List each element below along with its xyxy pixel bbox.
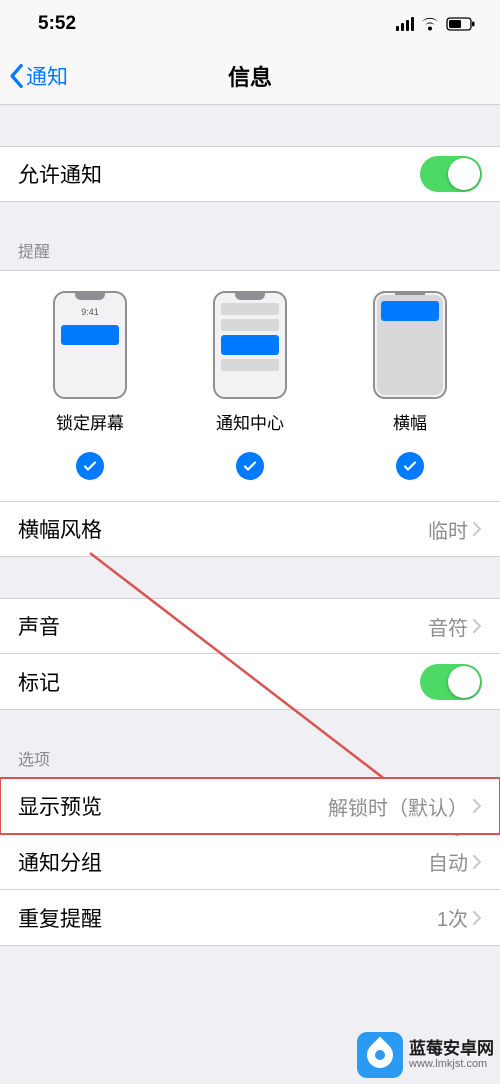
- battery-icon: [446, 17, 476, 31]
- watermark-name: 蓝莓安卓网: [409, 1040, 494, 1059]
- alert-lockscreen-label: 锁定屏幕: [56, 409, 124, 434]
- back-button[interactable]: 通知: [0, 61, 68, 91]
- repeat-alerts-value: 1次: [437, 903, 468, 932]
- sound-label: 声音: [18, 611, 60, 641]
- banner-style-label: 横幅风格: [18, 514, 102, 544]
- allow-notifications-toggle[interactable]: [420, 156, 482, 192]
- lockscreen-preview-icon: 9:41: [53, 291, 127, 399]
- allow-notifications-row: 允许通知: [0, 146, 500, 202]
- navbar: 通知 信息: [0, 48, 500, 105]
- allow-notifications-label: 允许通知: [18, 159, 102, 189]
- status-right: [396, 17, 477, 32]
- show-previews-label: 显示预览: [18, 791, 102, 821]
- watermark: 蓝莓安卓网 www.lmkjst.com: [357, 1032, 494, 1078]
- alert-notificationcenter-option[interactable]: 通知中心: [213, 291, 287, 480]
- watermark-logo-icon: [357, 1032, 403, 1078]
- repeat-alerts-label: 重复提醒: [18, 903, 102, 933]
- notification-grouping-value: 自动: [428, 847, 468, 876]
- sound-row[interactable]: 声音 音符: [0, 598, 500, 654]
- alerts-header: 提醒: [0, 238, 500, 270]
- page-title: 信息: [0, 60, 500, 92]
- banner-style-row[interactable]: 横幅风格 临时: [0, 501, 500, 557]
- alert-nc-label: 通知中心: [216, 409, 284, 434]
- alert-banner-label: 横幅: [393, 409, 427, 434]
- check-icon: [236, 452, 264, 480]
- chevron-right-icon: [472, 798, 482, 814]
- alert-style-panel: 9:41 锁定屏幕 通知中心 横幅: [0, 270, 500, 502]
- chevron-right-icon: [472, 521, 482, 537]
- banner-style-value: 临时: [428, 515, 468, 544]
- badge-toggle[interactable]: [420, 664, 482, 700]
- back-label: 通知: [26, 61, 68, 91]
- status-time: 5:52: [38, 13, 76, 35]
- alert-lockscreen-option[interactable]: 9:41 锁定屏幕: [53, 291, 127, 480]
- alert-banner-option[interactable]: 横幅: [373, 291, 447, 480]
- show-previews-value: 解锁时（默认）: [328, 792, 468, 821]
- badge-label: 标记: [18, 667, 60, 697]
- check-icon: [76, 452, 104, 480]
- notification-grouping-label: 通知分组: [18, 847, 102, 877]
- statusbar: 5:52: [0, 0, 500, 48]
- banner-preview-icon: [373, 291, 447, 399]
- watermark-url: www.lmkjst.com: [409, 1058, 494, 1070]
- options-header: 选项: [0, 746, 500, 778]
- chevron-right-icon: [472, 910, 482, 926]
- repeat-alerts-row[interactable]: 重复提醒 1次: [0, 890, 500, 946]
- wifi-icon: [420, 17, 440, 32]
- chevron-right-icon: [472, 618, 482, 634]
- check-icon: [396, 452, 424, 480]
- chevron-right-icon: [472, 854, 482, 870]
- signal-icon: [396, 17, 415, 31]
- notification-grouping-row[interactable]: 通知分组 自动: [0, 834, 500, 890]
- sound-value: 音符: [428, 612, 468, 641]
- show-previews-row[interactable]: 显示预览 解锁时（默认）: [0, 778, 500, 834]
- badge-row: 标记: [0, 654, 500, 710]
- notificationcenter-preview-icon: [213, 291, 287, 399]
